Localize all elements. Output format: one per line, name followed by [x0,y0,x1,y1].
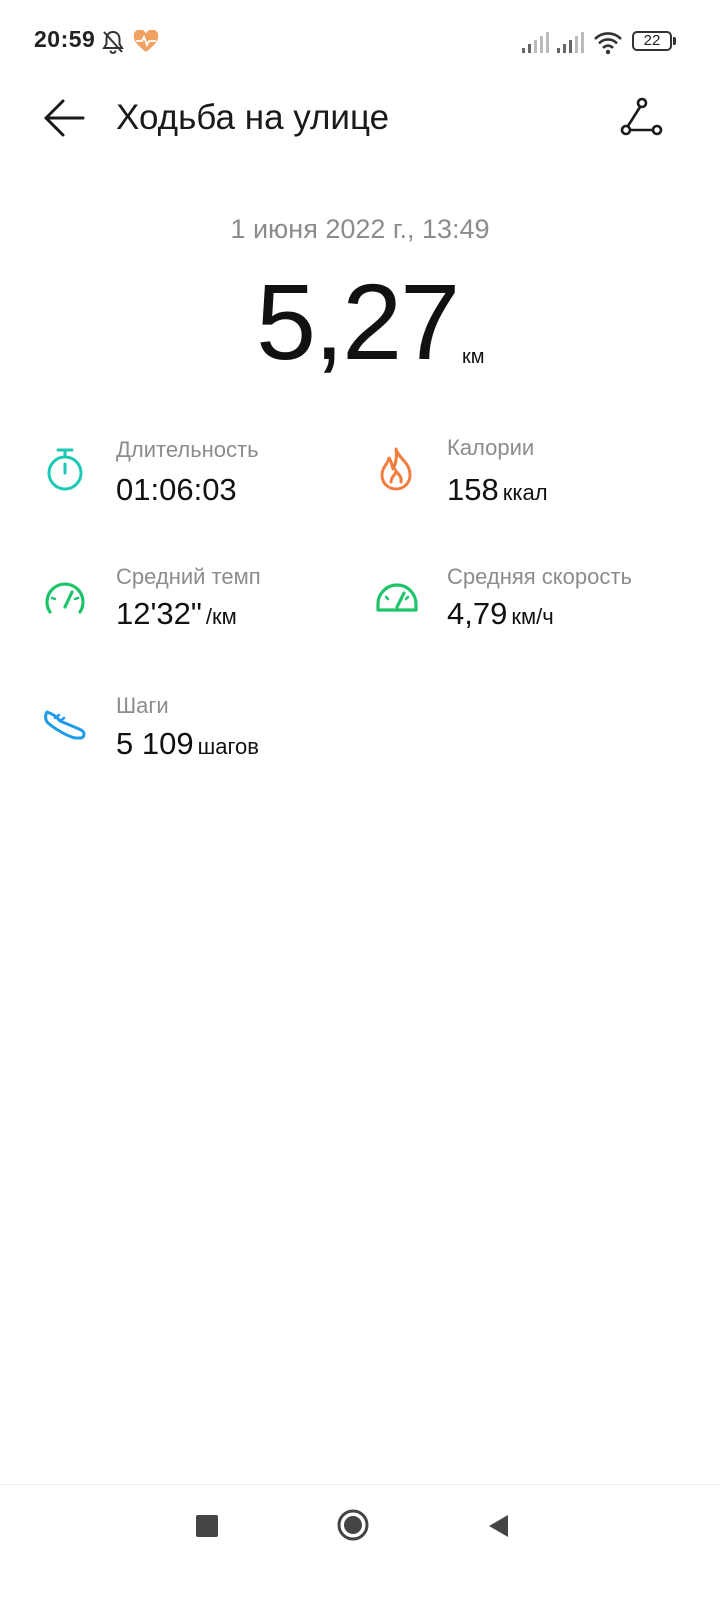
square-icon[interactable] [196,1515,218,1537]
steps-unit: шагов [197,734,259,759]
duration-label: Длительность [116,437,259,462]
calories-value: 158 ккал [447,474,548,505]
duration-value: 01:06:03 [116,474,237,505]
flame-icon [380,447,412,491]
speed-label: Средняя скорость [447,564,632,589]
battery-icon: 22 [632,31,672,51]
pace-value: 12'32"/км [116,598,237,629]
speed-value: 4,79 км/ч [447,598,554,629]
speed-unit: км/ч [511,604,554,629]
wifi-icon [594,32,622,55]
page-title: Ходьба на улице [116,98,390,137]
distance-unit: км [462,346,485,368]
calories-label: Калории [447,435,535,460]
signal-icon [522,32,549,53]
speed-number: 4,79 [447,596,508,631]
navigation-bar [0,1484,720,1601]
bell-off-icon [102,30,124,54]
heart-rate-icon [133,30,159,52]
route-icon[interactable] [618,96,664,140]
distance-value: 5,27 [256,261,460,382]
battery-level: 22 [643,32,661,49]
calories-unit: ккал [502,480,548,505]
speedometer-icon [45,582,85,614]
duration-number: 01:06:03 [116,472,237,507]
stopwatch-icon [47,448,83,491]
battery-tip [673,37,676,45]
sneaker-icon [44,710,86,740]
signal-icon [557,32,584,53]
triangle-back-icon[interactable] [486,1513,510,1539]
status-time: 20:59 [34,26,96,52]
pace-unit: /км [205,604,237,629]
calories-number: 158 [447,472,499,507]
pace-number: 12'32" [116,596,202,631]
steps-label: Шаги [116,693,169,718]
circle-icon[interactable] [336,1508,370,1542]
speed-gauge-icon [376,583,418,612]
pace-label: Средний темп [116,564,261,589]
workout-date: 1 июня 2022 г., 13:49 [230,214,490,244]
steps-number: 5 109 [116,726,194,761]
steps-value: 5 109 шагов [116,728,259,759]
arrow-left-icon[interactable] [42,98,86,138]
